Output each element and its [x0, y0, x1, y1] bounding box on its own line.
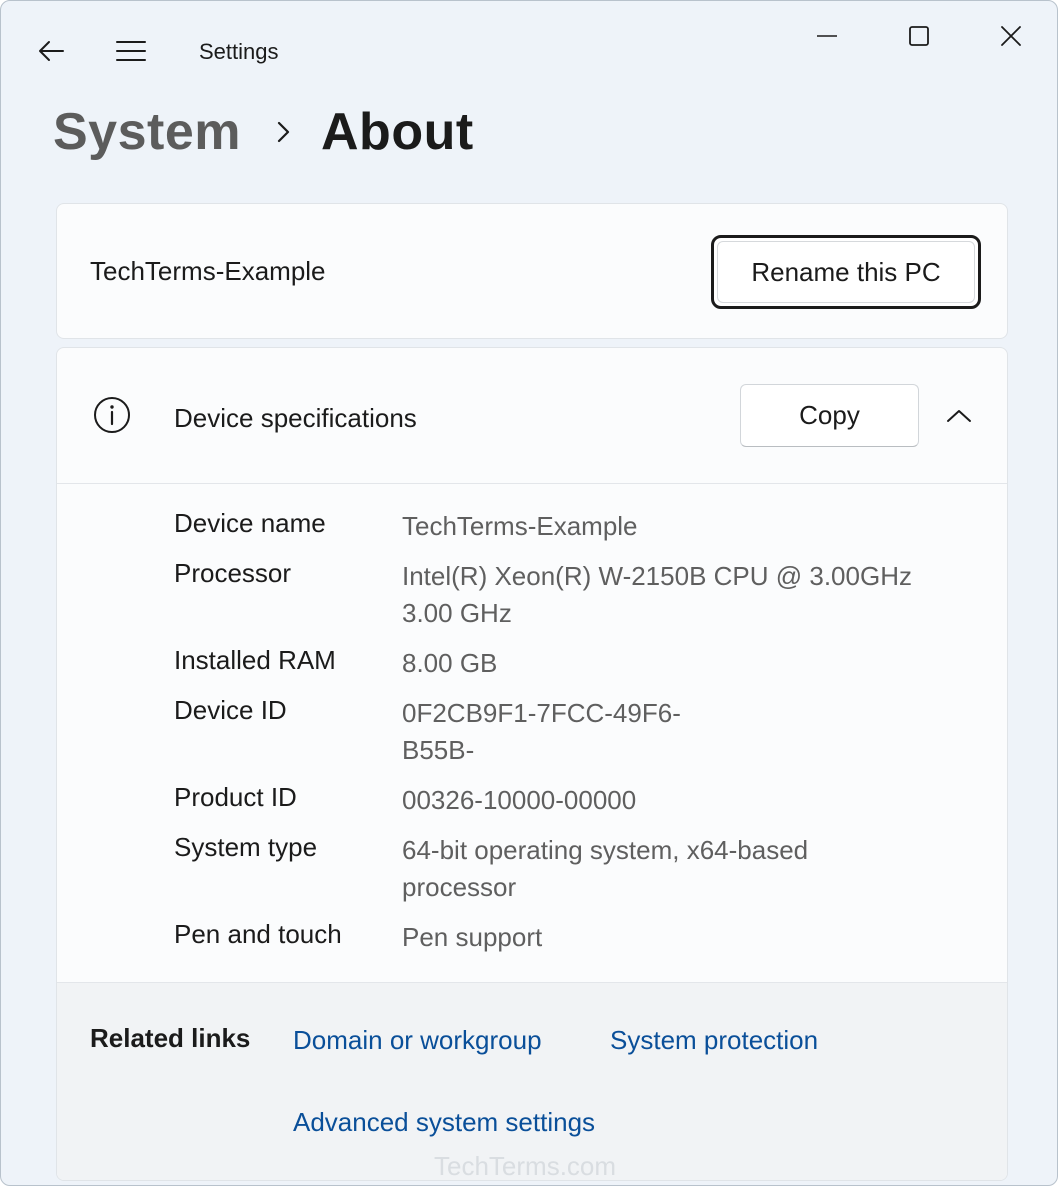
- spec-value: 8.00 GB: [402, 648, 498, 678]
- spec-value: Intel(R) Xeon(R) W-2150B CPU @ 3.00GHz 3…: [402, 561, 912, 628]
- chevron-up-icon: [947, 410, 971, 422]
- copy-button[interactable]: Copy: [740, 384, 919, 447]
- spec-label: Installed RAM: [174, 645, 336, 675]
- hamburger-menu-icon: [116, 41, 146, 61]
- app-title: Settings: [199, 39, 279, 64]
- watermark: TechTerms.com: [434, 1151, 617, 1181]
- breadcrumb-system[interactable]: System: [53, 102, 241, 162]
- close-icon: [1001, 26, 1021, 46]
- system-protection-link[interactable]: System protection: [610, 1025, 818, 1056]
- device-specifications-card: Device specifications Copy Device name T…: [56, 347, 1008, 1181]
- spec-label: Pen and touch: [174, 919, 342, 949]
- breadcrumb: System About: [53, 97, 474, 167]
- spec-label: Device ID: [174, 695, 287, 725]
- pc-name: TechTerms-Example: [90, 256, 326, 286]
- pc-name-card: TechTerms-Example Rename this PC: [56, 203, 1008, 339]
- related-links-section: Related links Domain or workgroup System…: [57, 982, 1007, 1181]
- related-links-title: Related links: [90, 1023, 251, 1053]
- domain-or-workgroup-link[interactable]: Domain or workgroup: [293, 1025, 542, 1056]
- device-specifications-title: Device specifications: [174, 403, 417, 433]
- spec-label: Processor: [174, 558, 292, 588]
- spec-label: Product ID: [174, 782, 297, 812]
- advanced-system-settings-link[interactable]: Advanced system settings: [293, 1107, 595, 1138]
- settings-window: Settings System About TechTerms-Example …: [0, 0, 1058, 1186]
- device-specifications-header[interactable]: Device specifications Copy: [57, 348, 1007, 484]
- back-button[interactable]: [29, 31, 73, 71]
- title-bar: Settings: [1, 1, 1057, 101]
- rename-pc-button[interactable]: Rename this PC: [711, 235, 981, 309]
- collapse-button[interactable]: [937, 396, 981, 436]
- device-specifications-list: Device name TechTerms-Example Processor …: [57, 484, 1007, 982]
- spec-value: 00326-10000-00000: [402, 785, 637, 815]
- maximize-icon: [909, 26, 929, 46]
- minimize-button[interactable]: [796, 11, 858, 61]
- minimize-icon: [817, 35, 837, 37]
- spec-label: System type: [174, 832, 318, 862]
- spec-value: 0F2CB9F1-7FCC-49F6-B55B-: [402, 698, 681, 765]
- navigation-menu-button[interactable]: [109, 31, 153, 71]
- maximize-button[interactable]: [888, 11, 950, 61]
- spec-value: 64-bit operating system, x64-based proce…: [402, 835, 809, 902]
- spec-label: Device name: [174, 508, 326, 538]
- close-button[interactable]: [980, 11, 1042, 61]
- info-icon: [94, 397, 130, 433]
- rename-pc-label: Rename this PC: [717, 241, 975, 303]
- spec-value: Pen support: [402, 922, 543, 952]
- back-arrow-icon: [39, 41, 64, 61]
- spec-value: TechTerms-Example: [402, 511, 638, 541]
- chevron-right-icon: [277, 120, 291, 144]
- page-title: About: [321, 103, 474, 161]
